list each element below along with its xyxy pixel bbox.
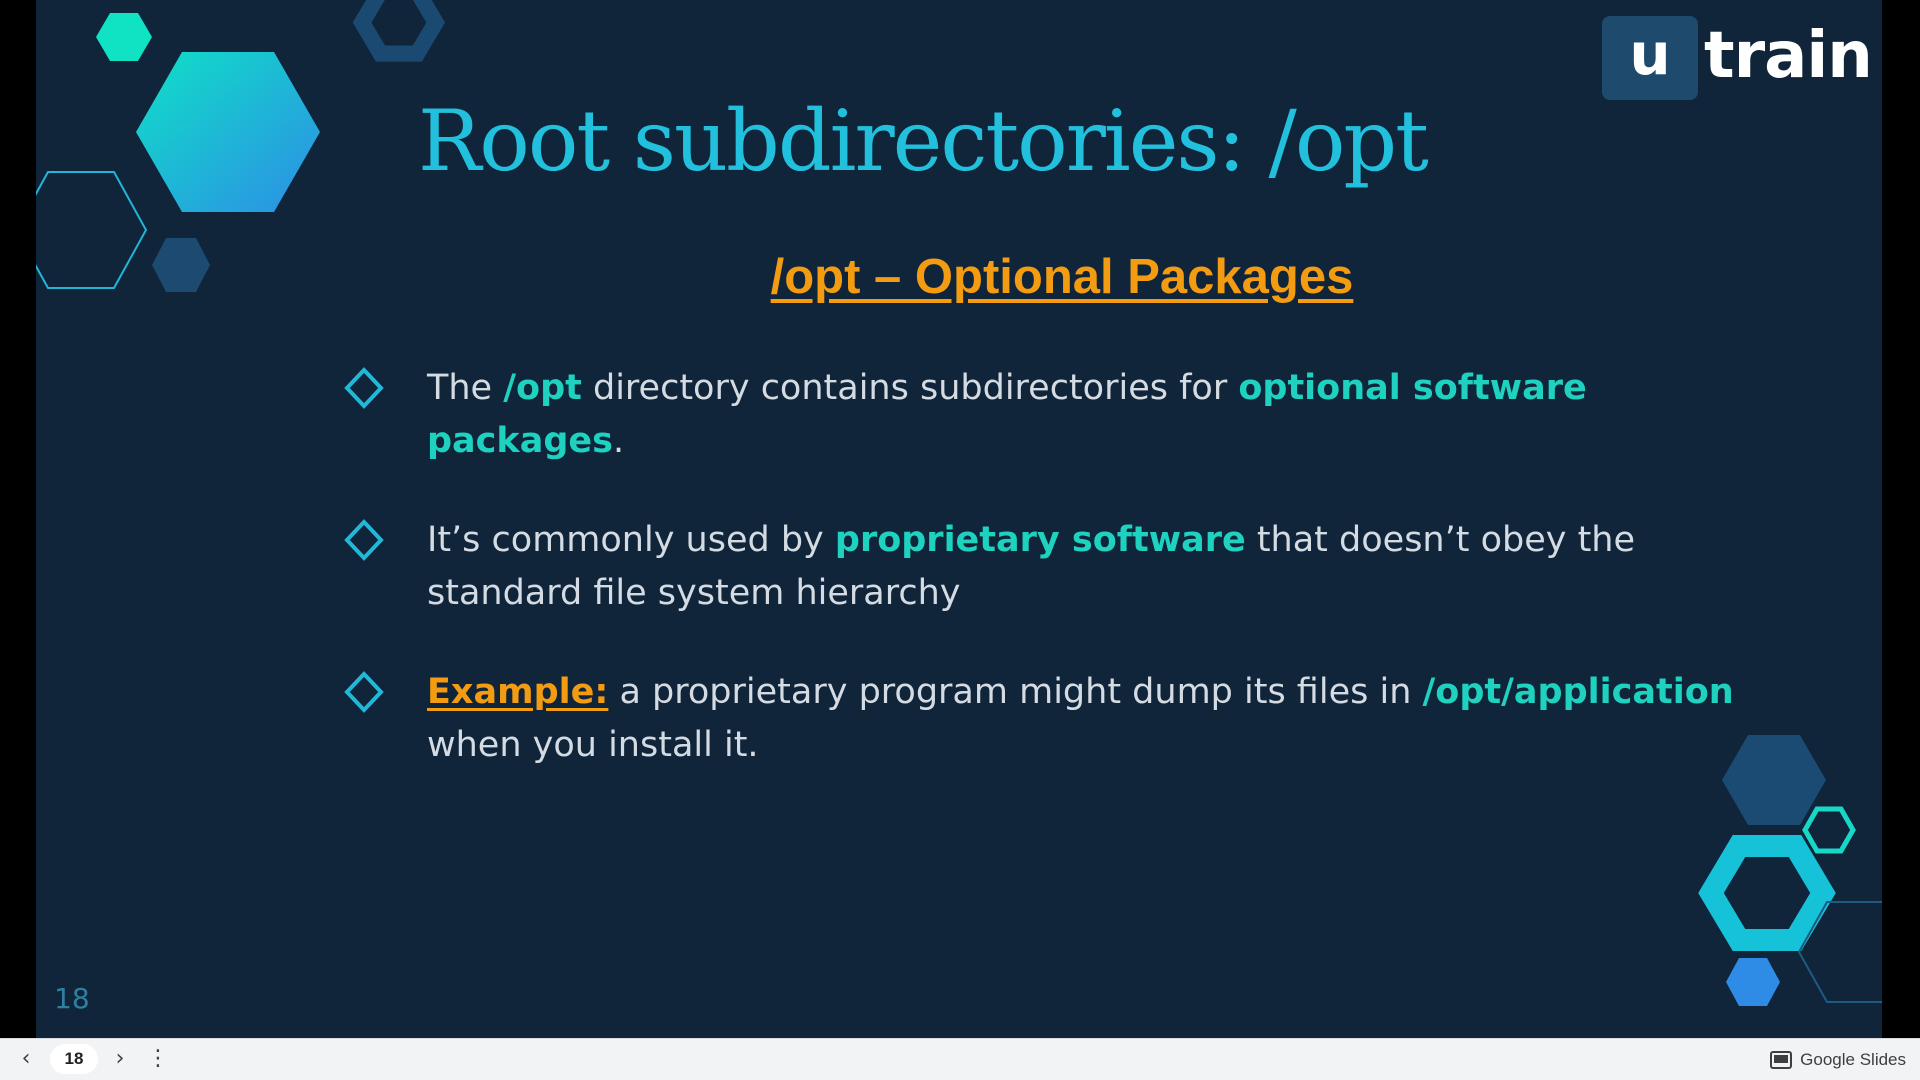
logo-wordmark: train [1704, 19, 1873, 93]
google-slides-link[interactable]: Google Slides [1770, 1047, 1906, 1073]
diamond-bullet-icon [344, 367, 384, 409]
slides-icon [1770, 1051, 1793, 1069]
diamond-bullet-icon [344, 671, 384, 713]
bullet-part: a proprietary program might dump its fil… [608, 672, 1423, 712]
bullet-text: The /opt directory contains subdirectori… [427, 362, 1767, 468]
diamond-bullet-icon [344, 519, 384, 561]
bullet-highlight: /opt/application [1422, 672, 1734, 712]
bullet-part: directory contains subdirectories for [581, 368, 1239, 408]
slide-title: Root subdirectories: /opt [418, 92, 1429, 190]
bullet-part: The [427, 368, 504, 408]
presentation-toolbar: ‹ 18 › ⋮ Google Slides [0, 1038, 1920, 1080]
bullet-text: Example: a proprietary program might dum… [427, 666, 1767, 772]
bullet-highlight: proprietary software [834, 520, 1246, 560]
bullet-part: when you install it. [427, 725, 759, 765]
chevron-left-icon[interactable]: ‹ [12, 1045, 40, 1073]
page-number-field[interactable]: 18 [50, 1044, 98, 1074]
bullet-part: . [612, 421, 625, 461]
example-label: Example: [427, 672, 609, 712]
slide-subtitle: /opt – Optional Packages [770, 250, 1354, 304]
chevron-right-icon[interactable]: › [106, 1045, 134, 1073]
slide-canvas: u train Root subdirectories: /opt /opt –… [36, 0, 1882, 1038]
bullet-text: It’s commonly used by proprietary softwa… [427, 514, 1767, 620]
google-slides-label: Google Slides [1800, 1050, 1906, 1069]
bullet-highlight: /opt [503, 368, 582, 408]
vertical-dots-icon[interactable]: ⋮ [144, 1045, 172, 1073]
bullet-part: It’s commonly used by [427, 520, 835, 560]
slide-number: 18 [54, 982, 90, 1015]
